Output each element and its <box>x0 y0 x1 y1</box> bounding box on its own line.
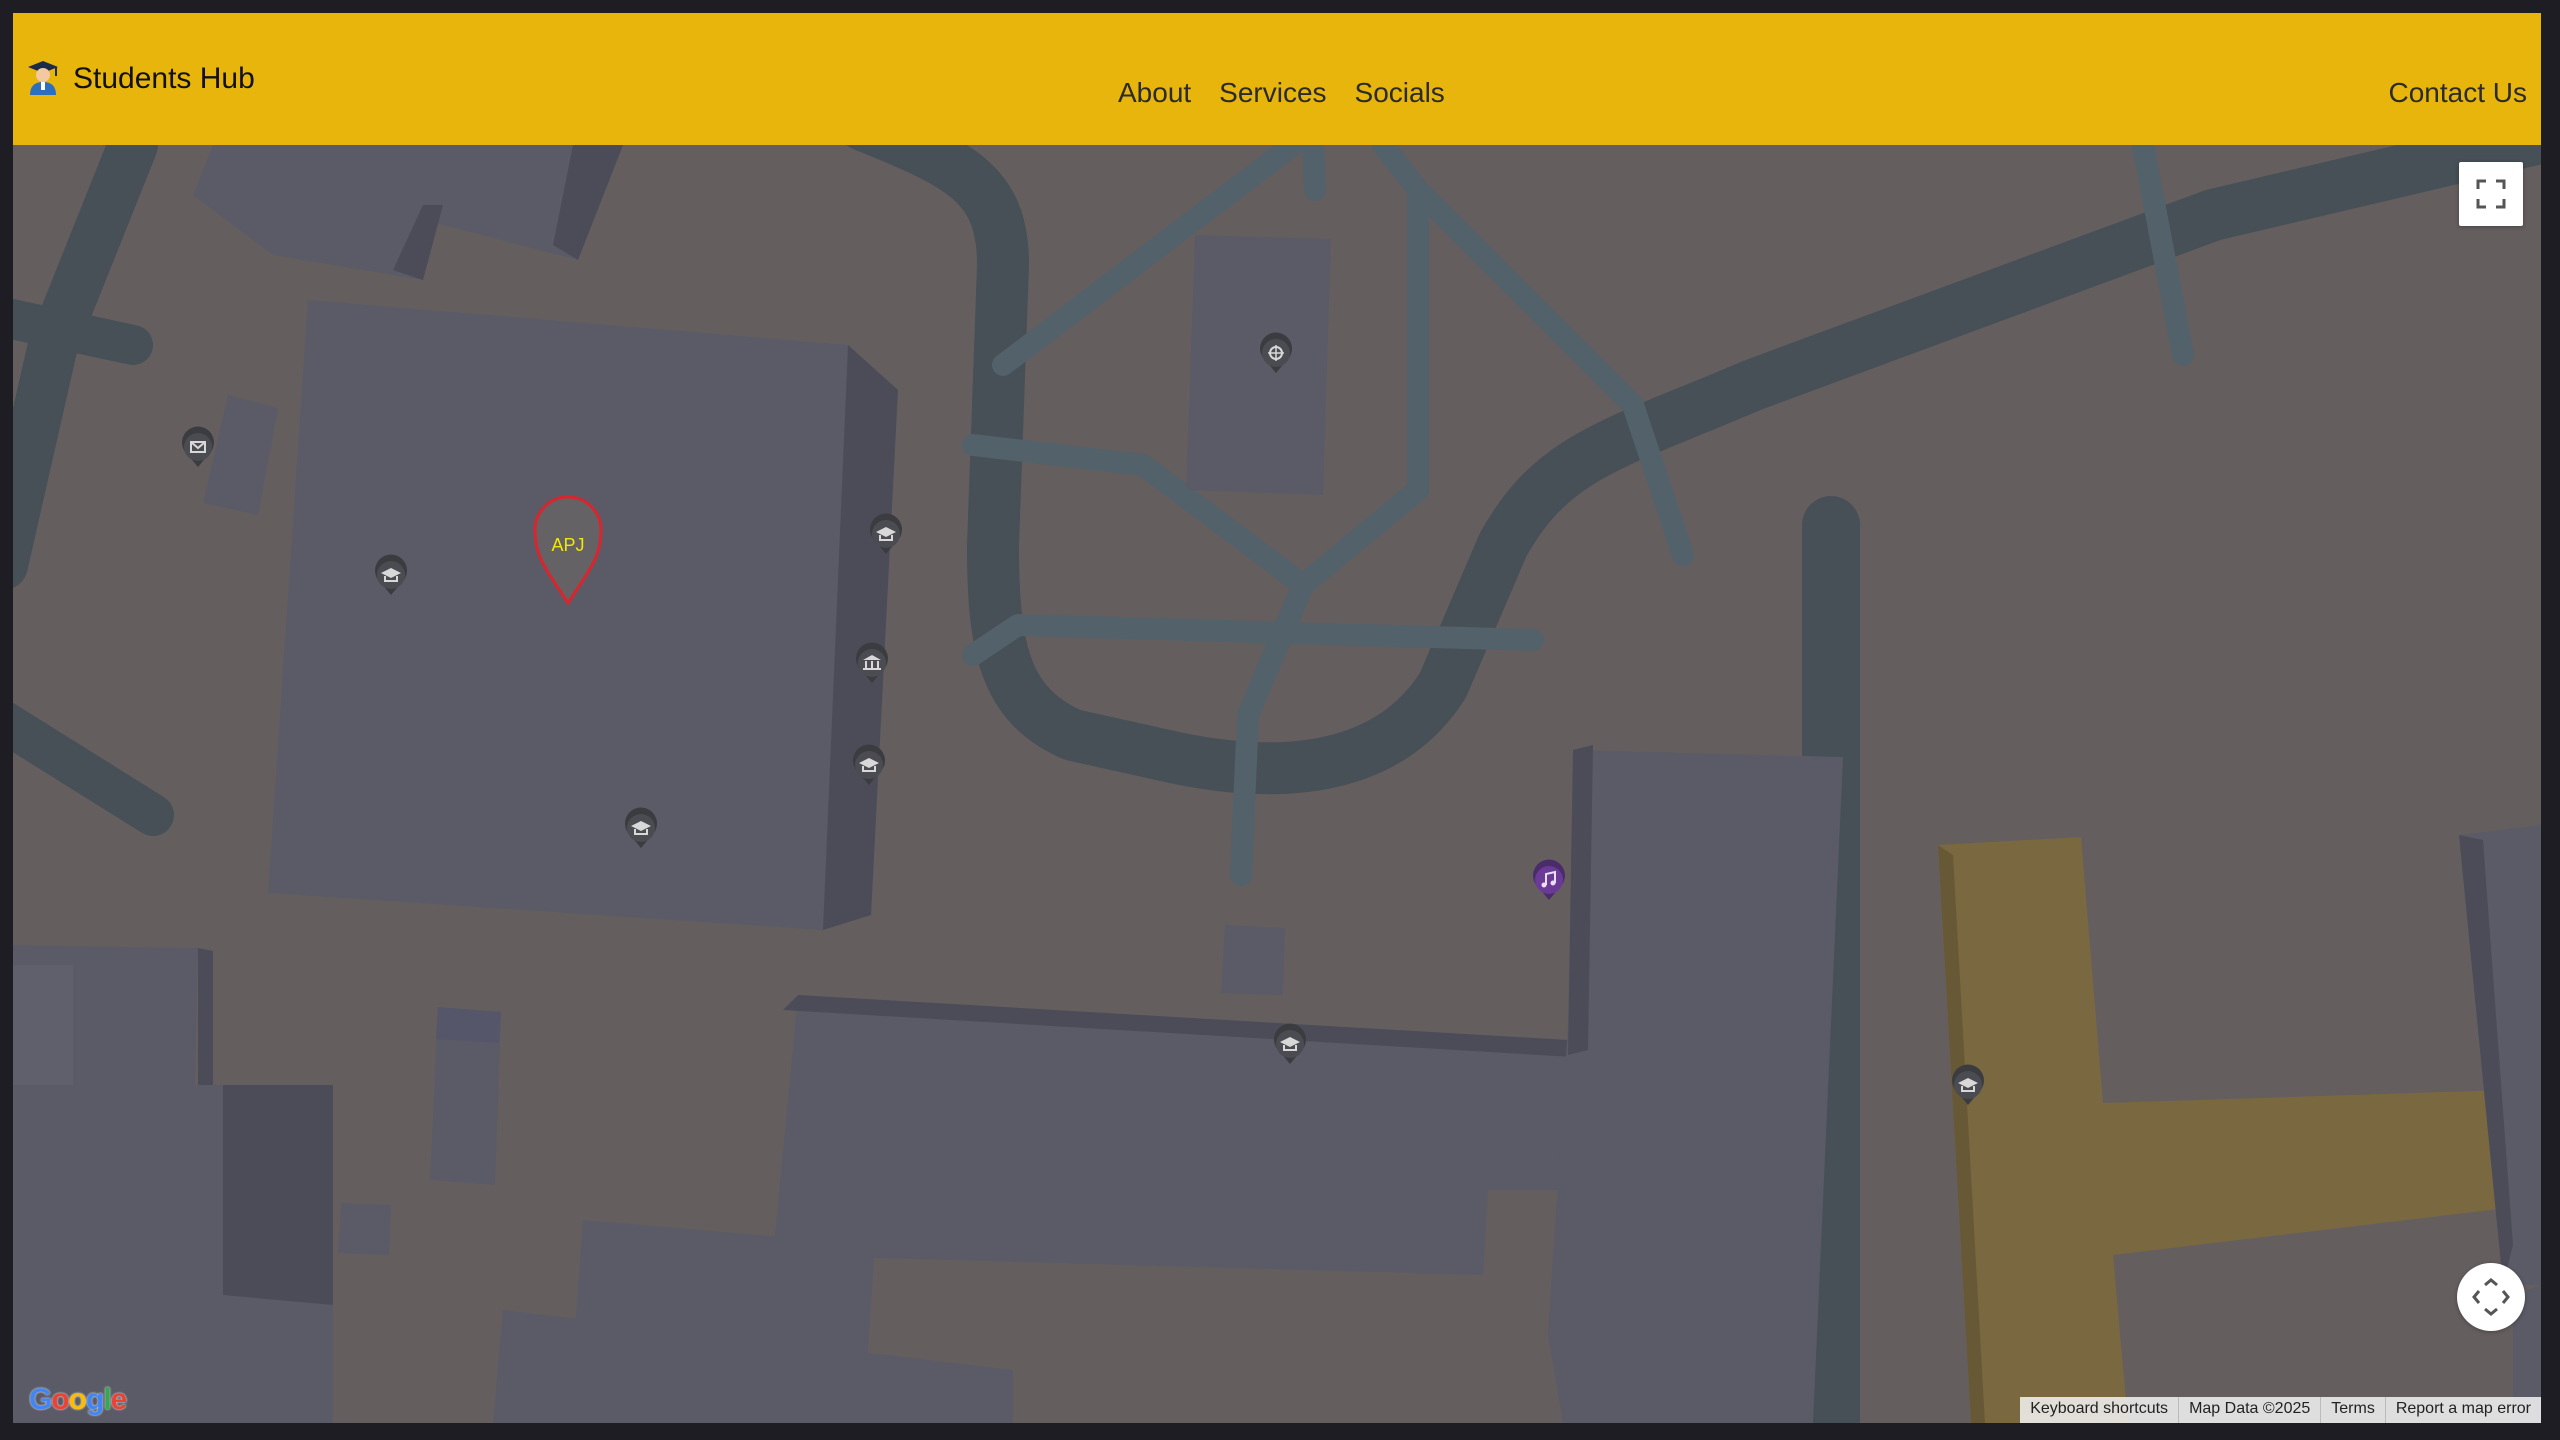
navbar: Students Hub About Services Socials Cont… <box>13 13 2541 145</box>
brand[interactable]: Students Hub <box>27 55 255 103</box>
keyboard-shortcuts-link[interactable]: Keyboard shortcuts <box>2020 1397 2178 1423</box>
app-frame: Students Hub About Services Socials Cont… <box>13 13 2541 1423</box>
nav-links: About Services Socials <box>1118 75 1445 111</box>
brand-name: Students Hub <box>73 62 255 95</box>
marker-label: APJ <box>551 535 584 555</box>
fullscreen-icon <box>2476 179 2506 209</box>
map-attribution: Keyboard shortcuts Map Data ©2025 Terms … <box>2020 1397 2541 1423</box>
map-canvas[interactable]: APJ <box>13 145 2541 1423</box>
fullscreen-button[interactable] <box>2459 162 2523 226</box>
nav-socials[interactable]: Socials <box>1355 75 1445 111</box>
camera-control-button[interactable] <box>2457 1263 2525 1331</box>
nav-about[interactable]: About <box>1118 75 1191 111</box>
nav-services[interactable]: Services <box>1219 75 1326 111</box>
report-error-link[interactable]: Report a map error <box>2384 1397 2541 1423</box>
map-data-text: Map Data ©2025 <box>2178 1397 2320 1423</box>
google-logo: Google <box>29 1383 127 1416</box>
pan-arrows-icon <box>2472 1278 2510 1316</box>
terms-link[interactable]: Terms <box>2320 1397 2385 1423</box>
nav-contact[interactable]: Contact Us <box>2389 75 2528 111</box>
student-icon <box>27 59 59 100</box>
